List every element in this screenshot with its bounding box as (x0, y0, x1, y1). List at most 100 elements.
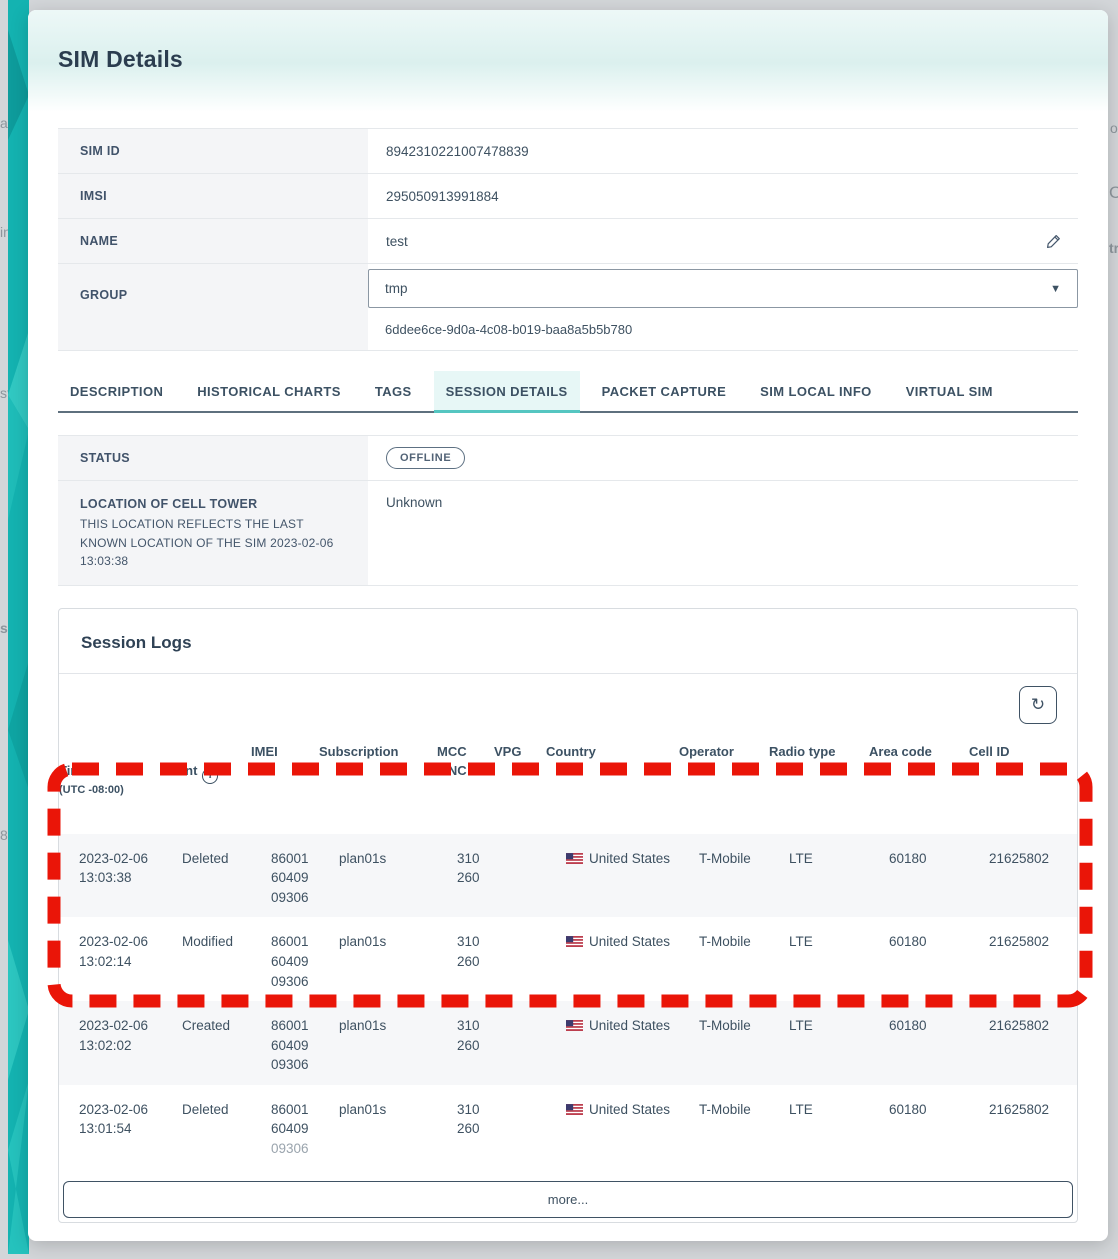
col-time: Time (UTC -08:00) (59, 742, 162, 818)
table-row: 2023-02-06 13:02:14 Modified 86001 60409… (59, 917, 1077, 1001)
cell-cell-id: 21625802 (989, 849, 1057, 908)
table-row: 2023-02-06 13:01:54 Deleted 86001 60409 … (59, 1085, 1077, 1169)
cell-operator: T-Mobile (699, 932, 789, 991)
tab-tags[interactable]: TAGS (363, 371, 424, 411)
tab-sim-local-info[interactable]: SIM LOCAL INFO (748, 371, 884, 411)
cell-imei: 86001 60409 09306 (271, 932, 339, 991)
info-icon[interactable]: i (202, 768, 218, 784)
cell-radio-type: LTE (789, 849, 889, 908)
col-vpg: VPG (494, 742, 546, 818)
cell-cell-id: 21625802 (989, 1100, 1057, 1159)
country-text: United States (589, 1018, 670, 1033)
group-value: tmp ▼ 6ddee6ce-9d0a-4c08-b019-baa8a5b5b7… (368, 264, 1078, 350)
us-flag-icon (566, 1104, 583, 1115)
status-value: OFFLINE (368, 436, 1078, 480)
country-text: United States (589, 1102, 670, 1117)
teal-facets-decoration (8, 0, 29, 1254)
col-cell-id: Cell ID (969, 742, 1077, 818)
cell-country: United States (566, 849, 699, 908)
status-label: STATUS (58, 436, 368, 480)
cell-operator: T-Mobile (699, 849, 789, 908)
group-uuid: 6ddee6ce-9d0a-4c08-b019-baa8a5b5b780 (368, 308, 1078, 350)
imei-text: 86001 60409 09306 (271, 934, 309, 988)
location-row: LOCATION OF CELL TOWER THIS LOCATION REF… (58, 481, 1078, 586)
cell-subscription: plan01s (339, 932, 457, 991)
location-label: LOCATION OF CELL TOWER (80, 497, 350, 511)
field-row-sim-id: SIM ID 8942310221007478839 (58, 129, 1078, 174)
cell-time: 2023-02-06 13:02:14 (79, 932, 182, 991)
cell-vpg (514, 1100, 566, 1159)
backdrop-text-fragment: s (0, 620, 8, 636)
field-row-group: GROUP tmp ▼ 6ddee6ce-9d0a-4c08-b019-baa8… (58, 264, 1078, 351)
cell-area-code: 60180 (889, 1100, 989, 1159)
session-logs-header: Time (UTC -08:00) Eventi IMEI Subscripti… (59, 732, 1077, 834)
name-value: test (368, 219, 1078, 263)
location-label-cell: LOCATION OF CELL TOWER THIS LOCATION REF… (58, 481, 368, 585)
status-table: STATUS OFFLINE LOCATION OF CELL TOWER TH… (58, 435, 1078, 586)
cell-area-code: 60180 (889, 1016, 989, 1075)
backdrop-text-fragment: C (1109, 183, 1118, 203)
sim-details-modal: SIM Details SIM ID 8942310221007478839 I… (28, 10, 1108, 1241)
cell-mcc-mnc: 310 260 (457, 849, 514, 908)
col-radio-type: Radio type (769, 742, 869, 818)
tab-packet-capture[interactable]: PACKET CAPTURE (590, 371, 739, 411)
edit-name-button[interactable] (1042, 230, 1064, 252)
tab-description[interactable]: DESCRIPTION (58, 371, 175, 411)
background-sidebar (8, 0, 29, 1254)
cell-subscription: plan01s (339, 849, 457, 908)
cell-operator: T-Mobile (699, 1100, 789, 1159)
cell-radio-type: LTE (789, 1016, 889, 1075)
col-country: Country (546, 742, 679, 818)
cell-radio-type: LTE (789, 1100, 889, 1159)
tab-historical-charts[interactable]: HISTORICAL CHARTS (185, 371, 353, 411)
name-label: NAME (58, 219, 368, 263)
tab-virtual-sim[interactable]: VIRTUAL SIM (894, 371, 1005, 411)
cell-country: United States (566, 1100, 699, 1159)
col-subscription: Subscription (319, 742, 437, 818)
cell-imei: 86001 60409 09306 (271, 1100, 339, 1159)
cell-time: 2023-02-06 13:01:54 (79, 1100, 182, 1159)
imei-text: 86001 60409 (271, 1102, 309, 1137)
name-value-text: test (386, 234, 408, 249)
field-row-imsi: IMSI 295050913991884 (58, 174, 1078, 219)
status-badge: OFFLINE (386, 447, 465, 469)
cell-subscription: plan01s (339, 1100, 457, 1159)
sim-id-label: SIM ID (58, 129, 368, 173)
col-time-label: Time (59, 763, 89, 778)
cell-radio-type: LTE (789, 932, 889, 991)
col-event-label: Event (162, 763, 197, 778)
group-select[interactable]: tmp ▼ (368, 269, 1078, 308)
imei-text: 86001 60409 09306 (271, 1018, 309, 1072)
cell-country: United States (566, 932, 699, 991)
imsi-value: 295050913991884 (368, 174, 1078, 218)
group-selected-option: tmp (385, 281, 408, 296)
table-row: 2023-02-06 13:03:38 Deleted 86001 60409 … (59, 834, 1077, 918)
location-value: Unknown (368, 481, 1078, 585)
country-text: United States (589, 851, 670, 866)
tab-bar: DESCRIPTION HISTORICAL CHARTS TAGS SESSI… (58, 371, 1078, 413)
cell-event: Deleted (182, 849, 271, 908)
col-mcc-mnc: MCC MNC (437, 742, 494, 818)
tab-session-details[interactable]: SESSION DETAILS (434, 371, 580, 411)
table-row: 2023-02-06 13:02:02 Created 86001 60409 … (59, 1001, 1077, 1085)
refresh-icon: ↻ (1031, 695, 1045, 715)
country-text: United States (589, 934, 670, 949)
cell-imei: 86001 60409 09306 (271, 849, 339, 908)
imei-text-faded: 09306 (271, 1141, 309, 1156)
us-flag-icon (566, 1020, 583, 1031)
more-button[interactable]: more... (63, 1181, 1073, 1218)
session-logs-body: 2023-02-06 13:03:38 Deleted 86001 60409 … (59, 834, 1077, 1169)
pencil-icon (1046, 234, 1061, 249)
cell-subscription: plan01s (339, 1016, 457, 1075)
cell-mcc-mnc: 310 260 (457, 1016, 514, 1075)
cell-imei: 86001 60409 09306 (271, 1016, 339, 1075)
cell-time: 2023-02-06 13:02:02 (79, 1016, 182, 1075)
cell-time: 2023-02-06 13:03:38 (79, 849, 182, 908)
us-flag-icon (566, 936, 583, 947)
refresh-button[interactable]: ↻ (1019, 686, 1057, 724)
backdrop-text-fragment: o (1110, 120, 1118, 136)
us-flag-icon (566, 853, 583, 864)
cell-cell-id: 21625802 (989, 932, 1057, 991)
sim-fields-table: SIM ID 8942310221007478839 IMSI 29505091… (58, 128, 1078, 351)
cell-event: Deleted (182, 1100, 271, 1159)
